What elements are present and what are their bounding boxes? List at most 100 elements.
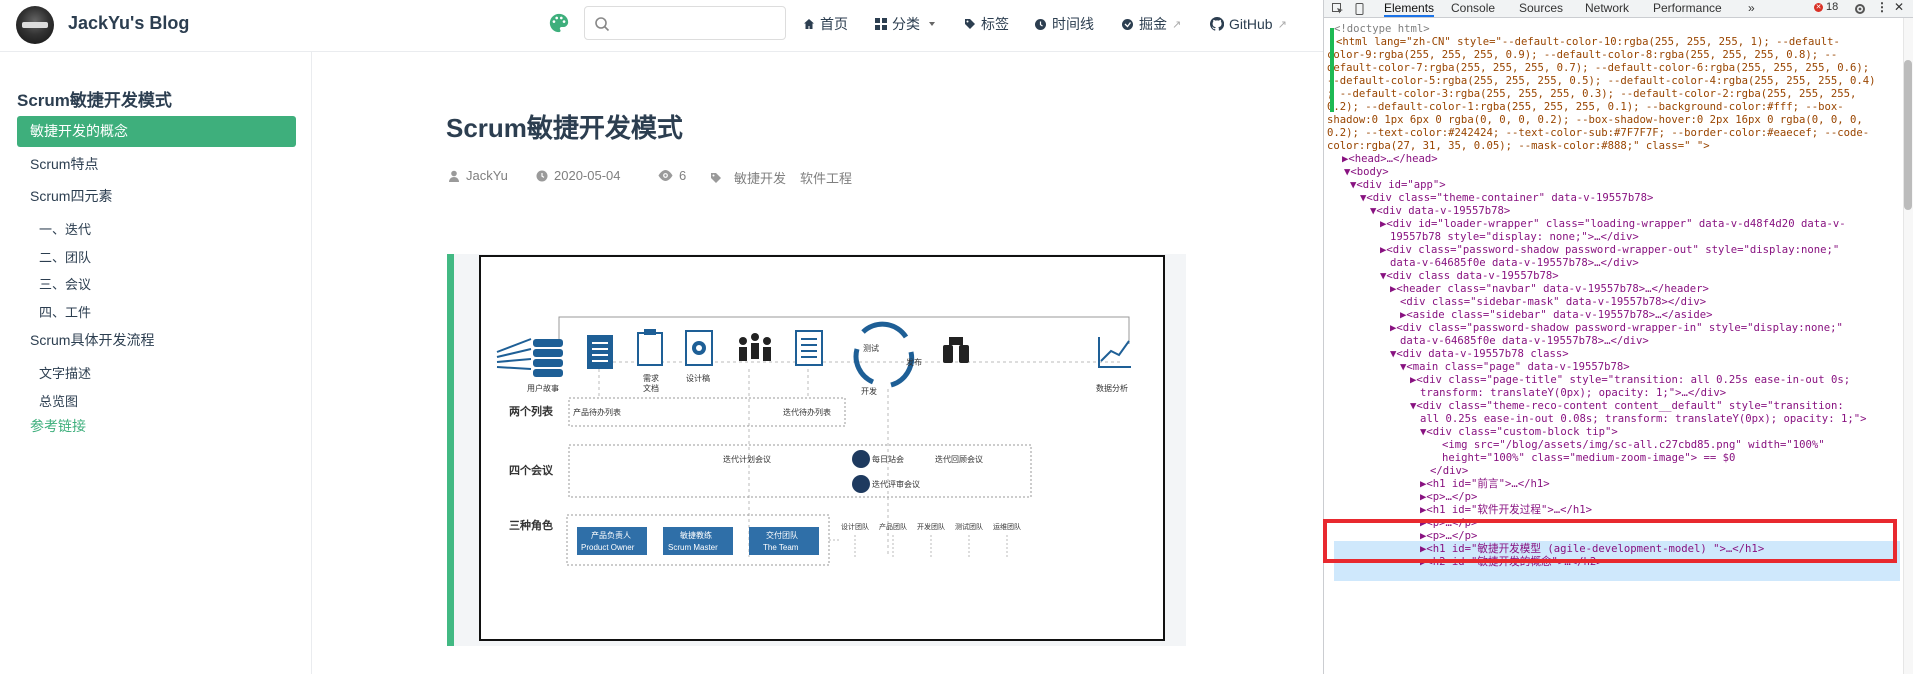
modified-gutter <box>1330 28 1334 112</box>
github-icon <box>1210 17 1224 31</box>
role-product-owner-en: Product Owner <box>581 543 635 552</box>
sidebar-item-scrum-elements[interactable]: Scrum四元素 <box>17 181 296 212</box>
home-icon <box>804 19 814 29</box>
tab-console[interactable]: Console <box>1451 1 1495 17</box>
cycle-icon <box>853 321 915 388</box>
sidebar-item-scrum-process[interactable]: Scrum具体开发流程 <box>17 325 296 356</box>
people-icon <box>739 333 771 361</box>
nav-home[interactable]: 首页 <box>803 14 848 34</box>
avatar[interactable] <box>16 6 54 44</box>
tag-link[interactable]: 软件工程 <box>800 168 852 187</box>
nav-tags[interactable]: 标签 <box>964 14 1009 34</box>
label-user-story: 用户故事 <box>527 383 559 393</box>
tab-network[interactable]: Network <box>1585 1 1629 17</box>
tab-sources[interactable]: Sources <box>1519 1 1563 17</box>
label-requirement-doc: 需求 <box>643 373 659 383</box>
kebab-menu-icon[interactable]: ⋮ <box>1876 0 1888 14</box>
juejin-icon <box>1122 18 1133 30</box>
inspect-icon[interactable] <box>1332 3 1344 15</box>
clock-icon <box>1035 18 1046 30</box>
role-team-en: The Team <box>763 543 799 552</box>
role-product-owner-cn: 产品负责人 <box>591 530 631 540</box>
line-chart-icon <box>1098 337 1131 368</box>
sidebar-item-meeting[interactable]: 三、会议 <box>39 274 91 293</box>
sidebar-item-text-description[interactable]: 文字描述 <box>39 363 91 382</box>
sidebar-item-agile-concept[interactable]: 敏捷开发的概念 <box>17 116 296 147</box>
tab-elements[interactable]: Elements <box>1384 1 1435 17</box>
role-scrum-master-cn: 敏捷教练 <box>680 530 712 540</box>
label-sprint-backlog: 迭代待办列表 <box>783 407 831 417</box>
role-team-cn: 交付团队 <box>766 530 798 540</box>
external-link-icon: ↗ <box>1277 18 1287 31</box>
sidebar-title[interactable]: Scrum敏捷开发模式 <box>17 86 172 111</box>
label-ops-team: 运维团队 <box>993 522 1021 531</box>
selected-img-node[interactable]: height="100%" class="medium-zoom-image">… <box>1442 451 1735 466</box>
label-daily-standup: 每日站会 <box>872 454 904 464</box>
label-design: 设计稿 <box>686 373 710 383</box>
devtools-tabbar: Elements Console Sources Network Perform… <box>1324 0 1913 18</box>
sidebar: Scrum敏捷开发模式 敏捷开发的概念 Scrum特点 Scrum四元素 一、迭… <box>0 52 312 674</box>
gear-doc-icon <box>685 330 713 366</box>
external-link-icon: ↗ <box>1172 18 1182 31</box>
grid-icon <box>875 18 887 30</box>
user-icon <box>449 170 459 182</box>
eye-icon <box>658 170 673 181</box>
tag-icon <box>965 19 975 29</box>
label-design-team: 设计团队 <box>841 522 869 531</box>
sidebar-item-references[interactable]: 参考链接 <box>17 411 296 442</box>
meta-date: 2020-05-04 <box>536 168 621 183</box>
label-product-backlog: 产品待办列表 <box>573 407 621 417</box>
label-sprint-review: 迭代评审会议 <box>872 479 920 489</box>
label-develop: 开发 <box>861 386 877 396</box>
clock-icon <box>852 475 870 493</box>
clipboard-icon <box>637 329 663 366</box>
sidebar-item-iteration[interactable]: 一、迭代 <box>39 219 91 238</box>
palette-icon[interactable] <box>548 12 570 34</box>
label-requirement-doc-2: 文档 <box>643 383 659 393</box>
tag-link[interactable]: 敏捷开发 <box>734 168 786 187</box>
sidebar-item-artifact[interactable]: 四、工件 <box>39 302 91 321</box>
label-two-lists: 两个列表 <box>509 404 554 418</box>
label-three-roles: 三种角色 <box>509 518 553 532</box>
navbar: JackYu's Blog 首页 分类 标签 时间线 掘金 ↗ GitHub ↗ <box>0 0 1323 52</box>
blog-page: JackYu's Blog 首页 分类 标签 时间线 掘金 ↗ GitHub ↗… <box>0 0 1323 674</box>
label-data-analysis: 数据分析 <box>1096 383 1128 393</box>
scrum-overview-image[interactable]: 用户故事 需求 文档 设计稿 测试 发布 开发 数据分析 两个列表 产品待办列表… <box>479 255 1165 641</box>
document-icon <box>587 335 613 369</box>
label-product-team: 产品团队 <box>879 522 907 531</box>
nav-github[interactable]: GitHub ↗ <box>1210 14 1287 34</box>
sidebar-item-team[interactable]: 二、团队 <box>39 247 91 266</box>
label-release: 发布 <box>906 357 922 367</box>
search-input[interactable] <box>615 11 780 35</box>
close-icon[interactable]: ✕ <box>1894 0 1904 14</box>
sidebar-item-scrum-features[interactable]: Scrum特点 <box>17 149 296 180</box>
chevron-down-icon <box>929 22 935 26</box>
meta-author: JackYu <box>448 168 508 183</box>
error-counter[interactable]: ✕ 18 <box>1814 1 1838 13</box>
user-story-icon <box>496 338 563 377</box>
elements-tree: <!doctype html> <html lang="zh-CN" style=… <box>1324 20 1900 674</box>
label-test: 测试 <box>863 343 879 353</box>
more-tabs-button[interactable]: » <box>1748 1 1755 17</box>
binoculars-icon <box>943 337 969 363</box>
sidebar-item-overview[interactable]: 总览图 <box>39 391 78 410</box>
nav-categories[interactable]: 分类 <box>875 14 939 34</box>
nav-juejin[interactable]: 掘金 ↗ <box>1121 14 1181 34</box>
tag-icon <box>711 172 721 183</box>
page-title: Scrum敏捷开发模式 <box>446 113 683 143</box>
search-box[interactable] <box>584 6 786 40</box>
role-scrum-master-en: Scrum Master <box>668 543 718 552</box>
clock-icon <box>536 170 548 181</box>
scrollbar-thumb[interactable] <box>1904 60 1912 210</box>
label-four-meetings: 四个会议 <box>509 463 554 477</box>
search-icon <box>595 17 610 32</box>
nav-timeline[interactable]: 时间线 <box>1034 14 1094 34</box>
tab-performance[interactable]: Performance <box>1653 1 1722 17</box>
meta-views: 6 <box>658 168 686 183</box>
site-name[interactable]: JackYu's Blog <box>68 13 189 34</box>
clock-icon <box>852 450 870 468</box>
devtools-panel: Elements Console Sources Network Perform… <box>1323 0 1913 674</box>
settings-icon[interactable] <box>1854 3 1866 15</box>
device-toolbar-icon[interactable] <box>1354 3 1366 15</box>
label-sprint-planning: 迭代计划会议 <box>723 454 771 464</box>
